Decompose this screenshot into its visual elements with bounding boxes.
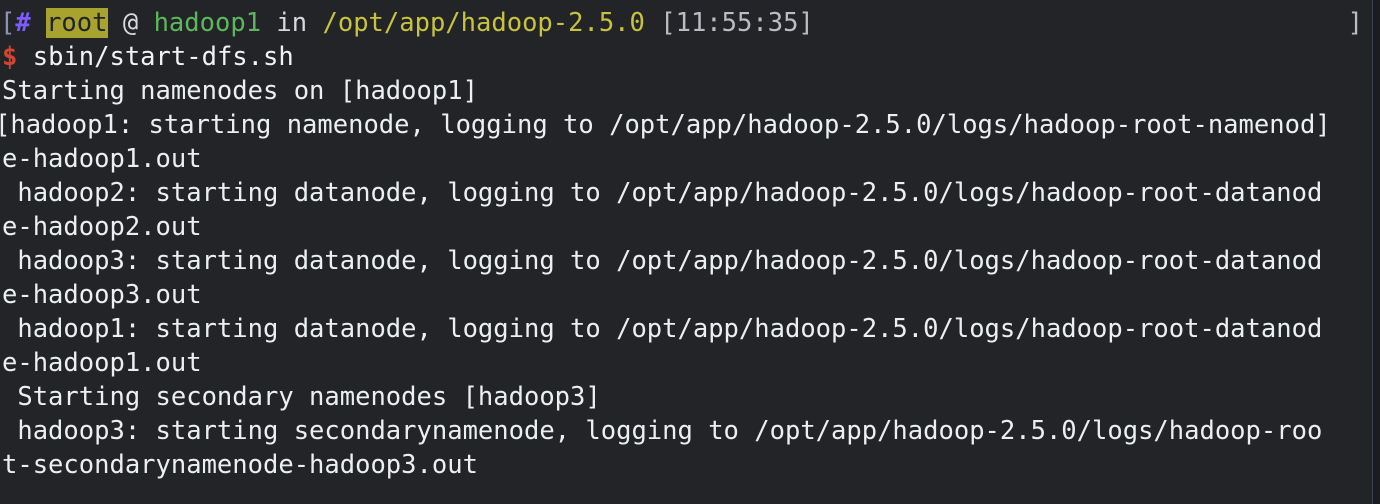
command-line: $ sbin/start-dfs.sh <box>0 40 1373 74</box>
shell-prompt-line: [# root @ hadoop1 in /opt/app/hadoop-2.5… <box>0 6 1373 40</box>
output-line: e-hadoop1.out <box>2 348 202 378</box>
prompt-working-directory: /opt/app/hadoop-2.5.0 <box>322 8 645 38</box>
output-line: hadoop2: starting datanode, logging to /… <box>2 178 1323 208</box>
prompt-close-bracket: ] <box>1347 8 1363 38</box>
output-line: hadoop3: starting secondarynamenode, log… <box>2 416 1323 446</box>
command-text: sbin/start-dfs.sh <box>32 42 294 72</box>
prompt-in-word: in <box>276 8 308 38</box>
prompt-open-bracket: [ <box>0 8 16 38</box>
prompt-hash-icon: # <box>15 8 31 38</box>
output-line: e-hadoop1.out <box>2 144 202 174</box>
output-line: Starting secondary namenodes [hadoop3] <box>2 382 601 412</box>
dollar-prompt-icon: $ <box>2 42 18 72</box>
output-line: t-secondarynamenode-hadoop3.out <box>2 450 478 480</box>
terminal-screen[interactable]: [# root @ hadoop1 in /opt/app/hadoop-2.5… <box>0 0 1373 504</box>
prompt-at-symbol: @ <box>122 8 139 38</box>
output-line: e-hadoop3.out <box>2 280 202 310</box>
output-line: [hadoop1: starting namenode, logging to … <box>0 110 1331 140</box>
prompt-username: root <box>46 8 108 38</box>
prompt-timestamp: [11:55:35] <box>660 8 814 38</box>
terminal-window: [# root @ hadoop1 in /opt/app/hadoop-2.5… <box>0 0 1380 504</box>
output-line: hadoop1: starting datanode, logging to /… <box>2 314 1323 344</box>
terminal-scrollbar[interactable] <box>1372 0 1380 504</box>
output-line: e-hadoop2.out <box>2 212 202 242</box>
output-line: hadoop3: starting datanode, logging to /… <box>2 246 1323 276</box>
output-line: Starting namenodes on [hadoop1] <box>2 76 478 106</box>
prompt-hostname: hadoop1 <box>153 8 262 38</box>
